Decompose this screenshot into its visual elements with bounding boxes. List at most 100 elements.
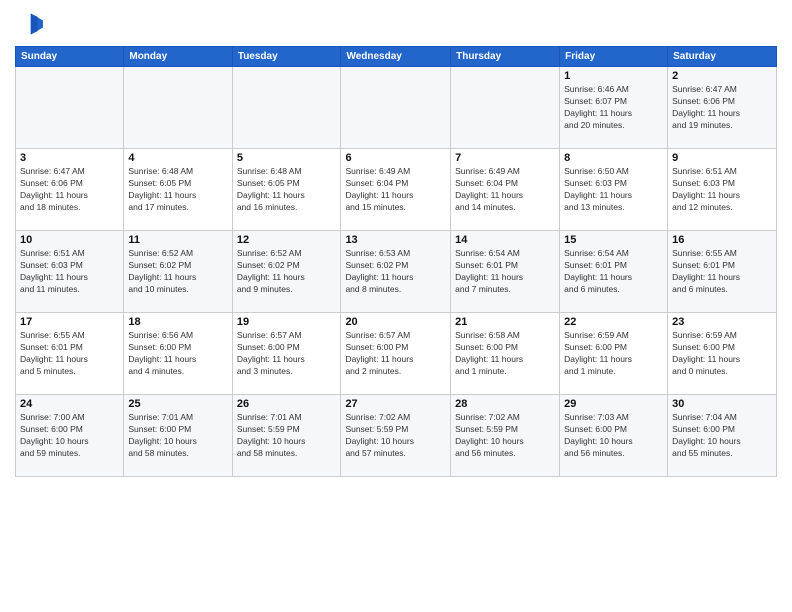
day-number: 6	[345, 152, 446, 164]
day-number: 18	[128, 316, 227, 328]
day-number: 13	[345, 234, 446, 246]
day-number: 29	[564, 398, 663, 410]
col-header-friday: Friday	[560, 47, 668, 67]
week-row-3: 17Sunrise: 6:55 AM Sunset: 6:01 PM Dayli…	[16, 313, 777, 395]
day-number: 21	[455, 316, 555, 328]
day-number: 5	[237, 152, 337, 164]
day-info: Sunrise: 7:03 AM Sunset: 6:00 PM Dayligh…	[564, 412, 663, 460]
calendar-cell	[16, 67, 124, 149]
calendar-cell: 25 Sunrise: 7:01 AM Sunset: 6:00 PM Dayli…	[124, 395, 232, 477]
calendar-cell: 29 Sunrise: 7:03 AM Sunset: 6:00 PM Dayli…	[560, 395, 668, 477]
day-number: 26	[237, 398, 337, 410]
calendar-cell: 21 Sunrise: 6:58 AM Sunset: 6:00 PM Dayli…	[451, 313, 560, 395]
day-info: Sunrise: 7:01 AM Sunset: 6:00 PM Dayligh…	[128, 412, 227, 460]
week-row-1: 3Sunrise: 6:47 AM Sunset: 6:06 PM Daylig…	[16, 149, 777, 231]
day-number: 23	[672, 316, 772, 328]
calendar-cell: 24Sunrise: 7:00 AM Sunset: 6:00 PM Dayli…	[16, 395, 124, 477]
day-number: 16	[672, 234, 772, 246]
calendar-cell: 15 Sunrise: 6:54 AM Sunset: 6:01 PM Dayli…	[560, 231, 668, 313]
week-row-0: 1 Sunrise: 6:46 AM Sunset: 6:07 PM Daylig…	[16, 67, 777, 149]
day-info: Sunrise: 6:48 AM Sunset: 6:05 PM Dayligh…	[237, 166, 337, 214]
day-number: 3	[20, 152, 119, 164]
calendar-cell	[124, 67, 232, 149]
day-info: Sunrise: 6:50 AM Sunset: 6:03 PM Dayligh…	[564, 166, 663, 214]
calendar-cell	[232, 67, 341, 149]
day-number: 19	[237, 316, 337, 328]
calendar-cell: 14 Sunrise: 6:54 AM Sunset: 6:01 PM Dayli…	[451, 231, 560, 313]
day-info: Sunrise: 6:49 AM Sunset: 6:04 PM Dayligh…	[345, 166, 446, 214]
day-number: 7	[455, 152, 555, 164]
calendar-cell: 2 Sunrise: 6:47 AM Sunset: 6:06 PM Daylig…	[668, 67, 777, 149]
calendar-cell: 23 Sunrise: 6:59 AM Sunset: 6:00 PM Dayli…	[668, 313, 777, 395]
col-header-wednesday: Wednesday	[341, 47, 451, 67]
day-info: Sunrise: 6:47 AM Sunset: 6:06 PM Dayligh…	[672, 84, 772, 132]
day-info: Sunrise: 6:54 AM Sunset: 6:01 PM Dayligh…	[455, 248, 555, 296]
day-info: Sunrise: 7:04 AM Sunset: 6:00 PM Dayligh…	[672, 412, 772, 460]
day-number: 4	[128, 152, 227, 164]
calendar-cell: 17Sunrise: 6:55 AM Sunset: 6:01 PM Dayli…	[16, 313, 124, 395]
day-info: Sunrise: 6:51 AM Sunset: 6:03 PM Dayligh…	[672, 166, 772, 214]
calendar-cell: 30Sunrise: 7:04 AM Sunset: 6:00 PM Dayli…	[668, 395, 777, 477]
logo	[15, 10, 47, 38]
day-number: 10	[20, 234, 119, 246]
day-info: Sunrise: 6:55 AM Sunset: 6:01 PM Dayligh…	[20, 330, 119, 378]
calendar-cell: 26 Sunrise: 7:01 AM Sunset: 5:59 PM Dayli…	[232, 395, 341, 477]
day-info: Sunrise: 6:52 AM Sunset: 6:02 PM Dayligh…	[128, 248, 227, 296]
day-number: 8	[564, 152, 663, 164]
calendar-cell: 4 Sunrise: 6:48 AM Sunset: 6:05 PM Daylig…	[124, 149, 232, 231]
day-number: 1	[564, 70, 663, 82]
day-number: 20	[345, 316, 446, 328]
page: SundayMondayTuesdayWednesdayThursdayFrid…	[0, 0, 792, 612]
day-number: 12	[237, 234, 337, 246]
col-header-monday: Monday	[124, 47, 232, 67]
day-info: Sunrise: 6:59 AM Sunset: 6:00 PM Dayligh…	[672, 330, 772, 378]
calendar-cell	[451, 67, 560, 149]
calendar-cell: 13 Sunrise: 6:53 AM Sunset: 6:02 PM Dayli…	[341, 231, 451, 313]
day-number: 28	[455, 398, 555, 410]
calendar-cell: 11Sunrise: 6:52 AM Sunset: 6:02 PM Dayli…	[124, 231, 232, 313]
day-number: 25	[128, 398, 227, 410]
day-info: Sunrise: 6:56 AM Sunset: 6:00 PM Dayligh…	[128, 330, 227, 378]
col-header-saturday: Saturday	[668, 47, 777, 67]
col-header-sunday: Sunday	[16, 47, 124, 67]
calendar-cell: 18 Sunrise: 6:56 AM Sunset: 6:00 PM Dayli…	[124, 313, 232, 395]
logo-icon	[15, 10, 43, 38]
day-info: Sunrise: 7:02 AM Sunset: 5:59 PM Dayligh…	[455, 412, 555, 460]
day-number: 14	[455, 234, 555, 246]
day-info: Sunrise: 6:46 AM Sunset: 6:07 PM Dayligh…	[564, 84, 663, 132]
calendar-cell: 7 Sunrise: 6:49 AM Sunset: 6:04 PM Daylig…	[451, 149, 560, 231]
day-info: Sunrise: 7:00 AM Sunset: 6:00 PM Dayligh…	[20, 412, 119, 460]
calendar-cell: 9 Sunrise: 6:51 AM Sunset: 6:03 PM Daylig…	[668, 149, 777, 231]
day-info: Sunrise: 6:57 AM Sunset: 6:00 PM Dayligh…	[345, 330, 446, 378]
day-info: Sunrise: 6:48 AM Sunset: 6:05 PM Dayligh…	[128, 166, 227, 214]
week-row-2: 10 Sunrise: 6:51 AM Sunset: 6:03 PM Dayli…	[16, 231, 777, 313]
calendar-cell	[341, 67, 451, 149]
col-header-tuesday: Tuesday	[232, 47, 341, 67]
day-number: 2	[672, 70, 772, 82]
calendar-cell: 19 Sunrise: 6:57 AM Sunset: 6:00 PM Dayli…	[232, 313, 341, 395]
calendar-cell: 3Sunrise: 6:47 AM Sunset: 6:06 PM Daylig…	[16, 149, 124, 231]
day-number: 15	[564, 234, 663, 246]
day-info: Sunrise: 6:52 AM Sunset: 6:02 PM Dayligh…	[237, 248, 337, 296]
day-info: Sunrise: 6:53 AM Sunset: 6:02 PM Dayligh…	[345, 248, 446, 296]
day-info: Sunrise: 6:51 AM Sunset: 6:03 PM Dayligh…	[20, 248, 119, 296]
calendar-header-row: SundayMondayTuesdayWednesdayThursdayFrid…	[16, 47, 777, 67]
day-info: Sunrise: 6:57 AM Sunset: 6:00 PM Dayligh…	[237, 330, 337, 378]
col-header-thursday: Thursday	[451, 47, 560, 67]
day-info: Sunrise: 6:54 AM Sunset: 6:01 PM Dayligh…	[564, 248, 663, 296]
day-info: Sunrise: 6:49 AM Sunset: 6:04 PM Dayligh…	[455, 166, 555, 214]
calendar-cell: 22Sunrise: 6:59 AM Sunset: 6:00 PM Dayli…	[560, 313, 668, 395]
day-number: 9	[672, 152, 772, 164]
calendar-cell: 1 Sunrise: 6:46 AM Sunset: 6:07 PM Daylig…	[560, 67, 668, 149]
day-info: Sunrise: 6:55 AM Sunset: 6:01 PM Dayligh…	[672, 248, 772, 296]
calendar-cell: 6 Sunrise: 6:49 AM Sunset: 6:04 PM Daylig…	[341, 149, 451, 231]
day-number: 22	[564, 316, 663, 328]
day-info: Sunrise: 7:02 AM Sunset: 5:59 PM Dayligh…	[345, 412, 446, 460]
day-info: Sunrise: 6:58 AM Sunset: 6:00 PM Dayligh…	[455, 330, 555, 378]
calendar-cell: 8 Sunrise: 6:50 AM Sunset: 6:03 PM Daylig…	[560, 149, 668, 231]
day-info: Sunrise: 7:01 AM Sunset: 5:59 PM Dayligh…	[237, 412, 337, 460]
day-number: 27	[345, 398, 446, 410]
calendar-cell: 12 Sunrise: 6:52 AM Sunset: 6:02 PM Dayli…	[232, 231, 341, 313]
calendar: SundayMondayTuesdayWednesdayThursdayFrid…	[15, 46, 777, 477]
header	[15, 10, 777, 38]
